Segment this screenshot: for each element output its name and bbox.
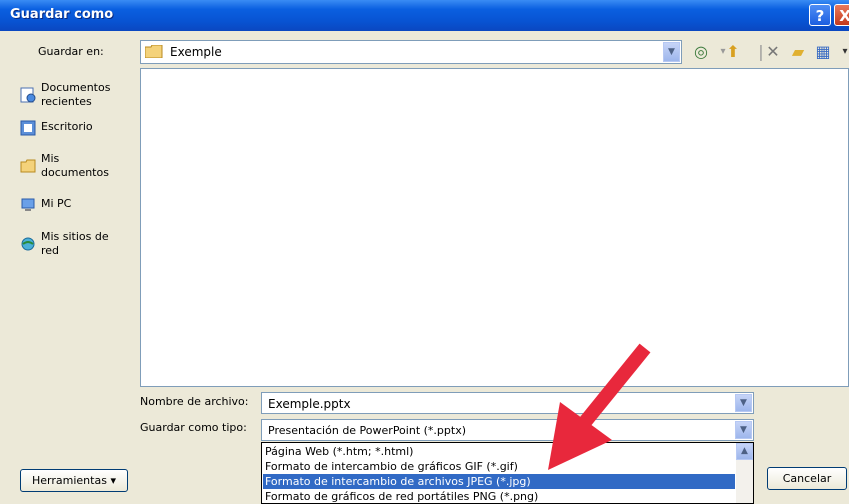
file-name-input[interactable]: Exemple.pptx ▼ <box>261 392 754 414</box>
chevron-down-icon[interactable]: ▼ <box>735 394 752 412</box>
file-type-value: Presentación de PowerPoint (*.pptx) <box>268 424 466 437</box>
place-label: Mi PC <box>41 197 72 210</box>
file-type-list[interactable]: Página Web (*.htm; *.html) Formato de in… <box>261 442 754 504</box>
scroll-up-icon[interactable]: ▲ <box>736 443 753 460</box>
file-type-select[interactable]: Presentación de PowerPoint (*.pptx) ▼ <box>261 419 754 441</box>
delete-icon[interactable]: ✕ <box>762 42 784 62</box>
place-desktop[interactable]: Escritorio <box>20 120 135 138</box>
place-my-computer[interactable]: Mi PC <box>20 197 135 215</box>
place-label: Mis documentos <box>41 152 109 179</box>
network-places-icon <box>21 237 35 251</box>
help-button[interactable]: ? <box>809 4 831 26</box>
save-in-value: Exemple <box>170 45 222 59</box>
views-dropdown-icon[interactable]: ▾ <box>834 42 849 62</box>
tools-button-label: Herramientas <box>32 474 107 487</box>
place-network[interactable]: Mis sitios de red <box>20 230 135 260</box>
recent-documents-icon <box>20 87 36 103</box>
file-list[interactable] <box>140 68 849 387</box>
close-button[interactable]: X <box>834 4 849 26</box>
file-name-label: Nombre de archivo: <box>140 395 249 408</box>
folder-icon <box>145 45 163 58</box>
file-type-label: Guardar como tipo: <box>140 421 247 434</box>
chevron-down-icon[interactable]: ▼ <box>735 421 752 439</box>
title-bar <box>0 0 849 31</box>
up-folder-icon[interactable]: ⬆ <box>722 42 744 62</box>
place-label: Mis sitios de red <box>41 230 109 257</box>
new-folder-icon[interactable]: ▰ <box>787 42 809 62</box>
chevron-down-icon[interactable]: ▼ <box>663 42 680 62</box>
red-arrow-icon <box>548 343 651 470</box>
place-my-documents[interactable]: Mis documentos <box>20 152 135 182</box>
save-in-label: Guardar en: <box>38 45 104 58</box>
cancel-button[interactable]: Cancelar <box>767 467 847 490</box>
save-in-combo[interactable]: Exemple ▼ <box>140 40 682 64</box>
my-computer-icon <box>21 198 35 211</box>
views-icon[interactable]: ▦ <box>812 42 834 62</box>
list-scrollbar[interactable]: ▲ <box>736 443 753 503</box>
desktop-icon <box>20 120 36 136</box>
place-label: Documentos recientes <box>41 81 111 108</box>
place-recent-documents[interactable]: Documentos recientes <box>20 81 135 111</box>
file-type-option[interactable]: Formato de gráficos de red portátiles PN… <box>263 489 735 503</box>
window-title: Guardar como <box>10 7 114 22</box>
file-name-value: Exemple.pptx <box>268 397 351 411</box>
place-label: Escritorio <box>41 120 93 133</box>
tools-button[interactable]: Herramientas ▾ <box>20 469 128 492</box>
back-icon[interactable]: ◎ <box>690 42 712 62</box>
my-documents-icon <box>20 159 36 173</box>
